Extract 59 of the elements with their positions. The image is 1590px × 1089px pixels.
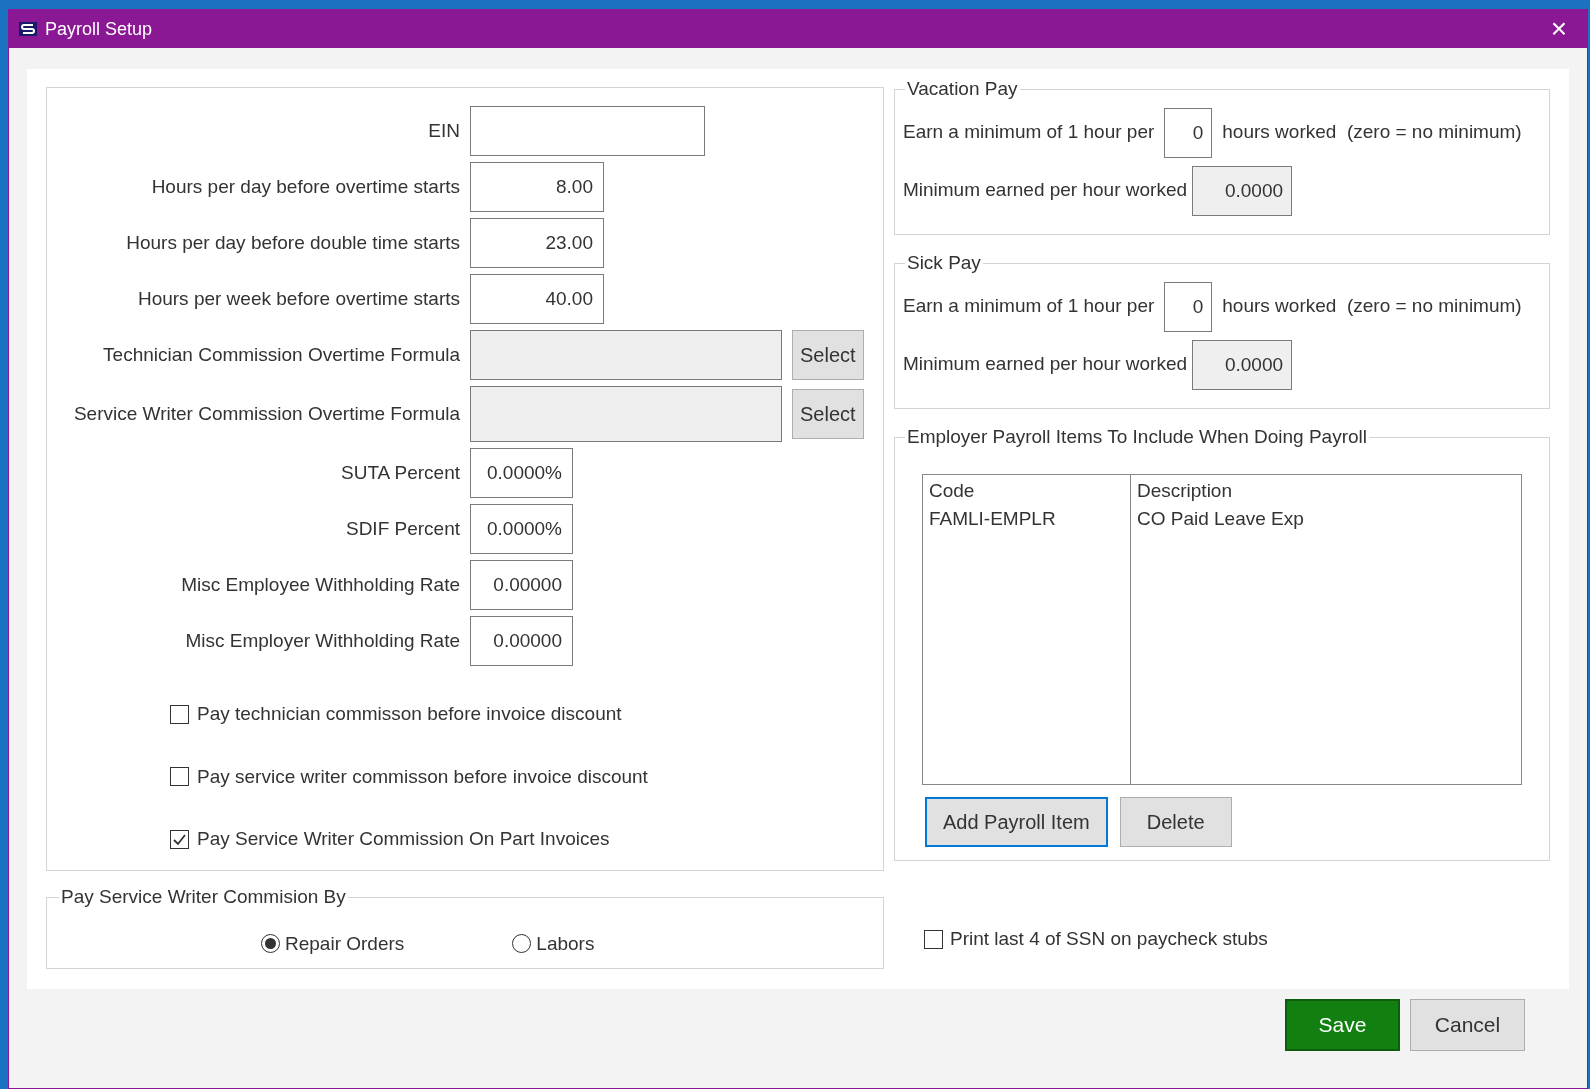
number-field[interactable]: 8.00 [470, 162, 604, 212]
field-label: SDIF Percent [344, 516, 461, 541]
action-button[interactable]: Delete [1119, 796, 1232, 847]
table-cell-text: CO Paid Leave Exp [1136, 507, 1305, 531]
field-label: Hours per day before double time starts [125, 230, 461, 255]
field-label: Service Writer Commission Overtime Formula [72, 401, 461, 426]
radio-button[interactable] [261, 934, 280, 954]
radio-label: Repair Orders [285, 931, 405, 956]
table-cell-text: FAMLI-EMPLR [928, 507, 1057, 531]
group-title: Vacation Pay [905, 77, 1019, 101]
checkbox-label: Print last 4 of SSN on paycheck stubs [949, 927, 1268, 951]
number-field[interactable]: 0 [1164, 281, 1213, 332]
app-logo-icon [19, 22, 37, 36]
checkbox-label: Pay technician commisson before invoice discount [197, 702, 622, 726]
number-field[interactable]: 0.0000 [1192, 339, 1293, 390]
select-button[interactable]: Select [792, 330, 864, 380]
group-title: Pay Service Writer Commision By [60, 885, 347, 909]
field-label: Earn a minimum of 1 hour per [902, 294, 1155, 319]
group-title: Sick Pay [905, 251, 982, 275]
action-button[interactable]: Add Payroll Item [924, 796, 1108, 847]
radio-label: Labors [536, 931, 595, 956]
field-label: Hours per day before overtime starts [150, 174, 461, 199]
select-button[interactable]: Select [792, 389, 864, 439]
checkbox[interactable] [170, 767, 189, 787]
number-field[interactable]: 0.00000 [470, 616, 573, 666]
field-label: Technician Commission Overtime Formula [102, 342, 461, 367]
number-field[interactable]: 40.00 [470, 274, 604, 324]
column-header: Code [928, 478, 976, 503]
number-field[interactable]: 23.00 [470, 218, 604, 268]
field-hint: hours worked (zero = no minimum) [1222, 294, 1522, 319]
number-field[interactable]: 0.0000% [470, 448, 573, 498]
checkbox-label: Pay service writer commisson before invoice discount [197, 764, 648, 789]
column-header: Description [1136, 478, 1233, 503]
field-label: EIN [427, 118, 461, 143]
checkbox-label: Pay Service Writer Commission On Part Invoices [197, 827, 610, 851]
number-field[interactable]: 0.0000 [1192, 165, 1293, 216]
checked-checkbox[interactable] [170, 829, 189, 849]
formula-field[interactable] [470, 386, 782, 442]
window-title: Payroll Setup [45, 17, 153, 41]
field-label: Misc Employee Withholding Rate [180, 572, 461, 597]
field-label: SUTA Percent [340, 460, 461, 485]
cancel-button[interactable]: Cancel [1410, 999, 1525, 1051]
number-field[interactable]: 0 [1164, 107, 1213, 158]
close-button[interactable]: × [1540, 15, 1577, 43]
save-button[interactable]: Save [1285, 999, 1400, 1051]
checkbox[interactable] [170, 704, 189, 724]
field-label: Hours per week before overtime starts [136, 286, 461, 311]
field-hint: hours worked (zero = no minimum) [1222, 120, 1522, 145]
number-field[interactable]: 0.0000% [470, 504, 573, 554]
field-label: Minimum earned per hour worked [902, 352, 1188, 377]
checkbox[interactable] [923, 929, 943, 949]
group-title: Employer Payroll Items To Include When Doing Payroll [905, 425, 1369, 449]
formula-field[interactable] [470, 330, 782, 380]
field-label: Misc Employer Withholding Rate [184, 628, 461, 653]
text-field[interactable] [470, 106, 705, 156]
radio-button[interactable] [512, 934, 532, 954]
field-label: Earn a minimum of 1 hour per [902, 120, 1155, 145]
field-label: Minimum earned per hour worked [902, 178, 1188, 203]
number-field[interactable]: 0.00000 [470, 560, 573, 610]
